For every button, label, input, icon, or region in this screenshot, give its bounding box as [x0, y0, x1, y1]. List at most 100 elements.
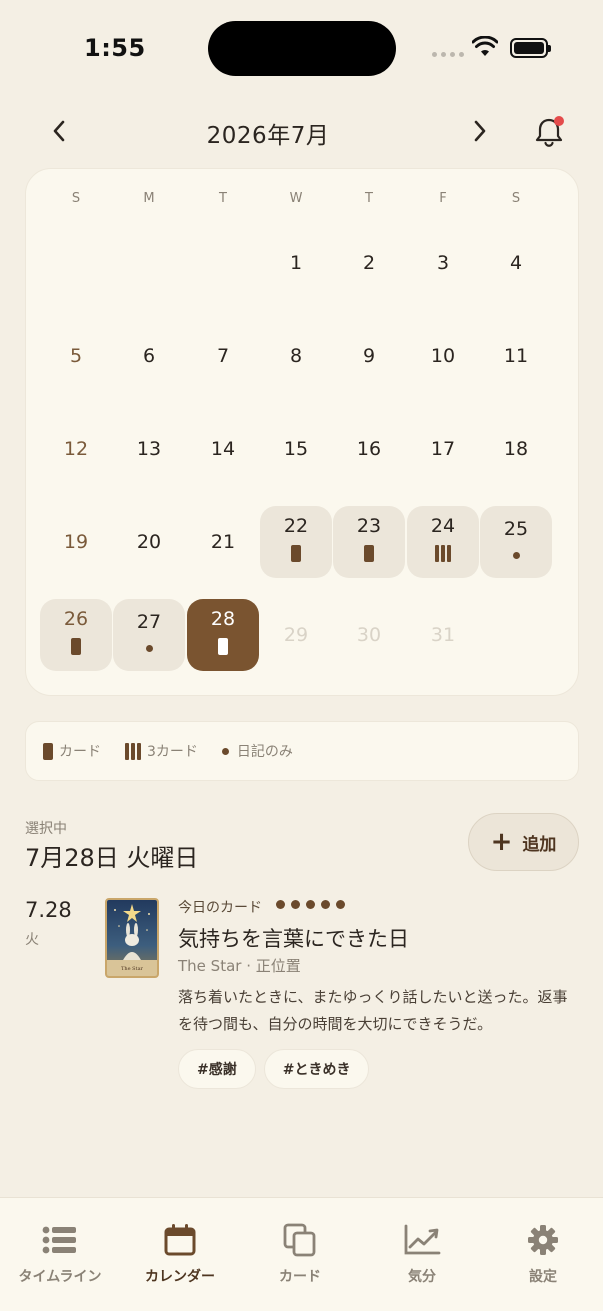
rating-dot-icon: [321, 900, 330, 909]
list-icon: [42, 1226, 76, 1254]
legend-three-card: 3カード: [125, 741, 198, 761]
calendar-day-16[interactable]: 16: [333, 413, 405, 485]
calendar-day-28[interactable]: 28: [187, 599, 259, 671]
calendar-day-23[interactable]: 23: [333, 506, 405, 578]
day-number: 23: [356, 514, 382, 537]
calendar-day-14[interactable]: 14: [187, 413, 259, 485]
calendar-day-6[interactable]: 6: [113, 320, 185, 392]
calendar-day-30[interactable]: 30: [333, 599, 405, 671]
card-mark-icon: [364, 544, 374, 562]
day-number: 10: [430, 345, 456, 367]
notification-button[interactable]: [532, 114, 566, 150]
day-number: 14: [210, 438, 236, 460]
calendar-day-8[interactable]: 8: [260, 320, 332, 392]
diary-dot-icon: [145, 644, 153, 652]
dynamic-island: [208, 21, 396, 76]
day-number: 8: [289, 345, 303, 367]
weekday-header: T: [219, 191, 228, 206]
tab-timeline[interactable]: タイムライン: [0, 1222, 120, 1286]
add-entry-label: 追加: [522, 834, 557, 855]
tab-timeline-label: タイムライン: [18, 1269, 102, 1285]
calendar-day-12[interactable]: 12: [40, 413, 112, 485]
calendar-header: 2026年7月: [0, 108, 603, 156]
tarot-caption: The Star: [121, 966, 144, 972]
tab-settings-label: 設定: [529, 1269, 557, 1285]
status-bar: 1:55: [0, 0, 603, 100]
tab-mood[interactable]: 気分: [362, 1222, 482, 1286]
tab-bar: タイムライン カレンダー カード 気分 設定: [0, 1197, 603, 1311]
legend-card: カード: [43, 741, 101, 761]
add-entry-button[interactable]: + 追加: [468, 813, 579, 871]
day-number: 1: [289, 252, 303, 274]
day-number: 3: [436, 252, 450, 274]
calendar-day-18[interactable]: 18: [480, 413, 552, 485]
calendar-day-31[interactable]: 31: [407, 599, 479, 671]
calendar-day-17[interactable]: 17: [407, 413, 479, 485]
three-card-mark-icon: [435, 544, 451, 562]
card-mark-icon: [291, 544, 301, 562]
calendar-day-1[interactable]: 1: [260, 227, 332, 299]
selected-label: 選択中: [25, 821, 67, 837]
mood-rating: [276, 900, 345, 909]
rating-dot-icon: [276, 900, 285, 909]
weekday-header: S: [71, 191, 82, 206]
calendar-day-20[interactable]: 20: [113, 506, 185, 578]
card-mark-icon: [218, 637, 228, 655]
weekday-header: F: [439, 191, 448, 206]
calendar-day-26[interactable]: 26: [40, 599, 112, 671]
tab-cards-label: カード: [279, 1269, 321, 1285]
battery-icon: [510, 38, 551, 58]
calendar-day-19[interactable]: 19: [40, 506, 112, 578]
calendar-day-25[interactable]: 25: [480, 506, 552, 578]
calendar-day-13[interactable]: 13: [113, 413, 185, 485]
chart-icon: [404, 1224, 441, 1255]
calendar-day-7[interactable]: 7: [187, 320, 259, 392]
three-card-mark-icon: [125, 742, 141, 760]
day-number: 12: [63, 438, 89, 460]
tab-mood-label: 気分: [408, 1269, 436, 1285]
calendar-day-15[interactable]: 15: [260, 413, 332, 485]
tab-calendar[interactable]: カレンダー: [120, 1222, 240, 1286]
day-number: 29: [283, 624, 309, 646]
selected-date: 7月28日 火曜日: [25, 844, 199, 872]
legend-diary: 日記のみ: [221, 741, 293, 761]
day-number: 21: [210, 531, 236, 553]
calendar-day-4[interactable]: 4: [480, 227, 552, 299]
day-number: 18: [503, 438, 529, 460]
calendar-day-22[interactable]: 22: [260, 506, 332, 578]
tag-chip[interactable]: #感謝: [178, 1049, 256, 1089]
entry-card-name: The Star · 正位置: [178, 957, 301, 975]
day-number: 16: [356, 438, 382, 460]
day-number: 25: [503, 517, 529, 540]
legend-diary-label: 日記のみ: [236, 744, 293, 760]
day-number: 5: [69, 345, 83, 367]
rating-dot-icon: [306, 900, 315, 909]
status-time: 1:55: [84, 34, 146, 62]
day-number: 6: [142, 345, 156, 367]
calendar-day-3[interactable]: 3: [407, 227, 479, 299]
calendar-day-5[interactable]: 5: [40, 320, 112, 392]
wifi-icon: [472, 36, 498, 56]
day-number: 2: [362, 252, 376, 274]
gear-icon: [528, 1225, 558, 1255]
entry-body: 落ち着いたときに、またゆっくり話したいと送った。返事を待つ間も、自分の時間を大切…: [178, 988, 568, 1033]
tag-chip[interactable]: #ときめき: [263, 1049, 370, 1089]
calendar-day-21[interactable]: 21: [187, 506, 259, 578]
diary-dot-icon: [512, 551, 520, 559]
day-number: 13: [136, 438, 162, 460]
calendar-day-9[interactable]: 9: [333, 320, 405, 392]
calendar-day-29[interactable]: 29: [260, 599, 332, 671]
today-card-label: 今日のカード: [178, 900, 262, 916]
card-mark-icon: [43, 742, 53, 760]
calendar-day-10[interactable]: 10: [407, 320, 479, 392]
tab-settings[interactable]: 設定: [483, 1222, 603, 1286]
next-month-button[interactable]: [465, 116, 495, 146]
weekday-header: W: [289, 191, 304, 206]
calendar-day-27[interactable]: 27: [113, 599, 185, 671]
calendar-day-2[interactable]: 2: [333, 227, 405, 299]
calendar-day-24[interactable]: 24: [407, 506, 479, 578]
tab-cards[interactable]: カード: [240, 1222, 360, 1286]
tarot-card-thumbnail: The Star: [105, 898, 159, 978]
day-number: 19: [63, 531, 89, 553]
calendar-day-11[interactable]: 11: [480, 320, 552, 392]
